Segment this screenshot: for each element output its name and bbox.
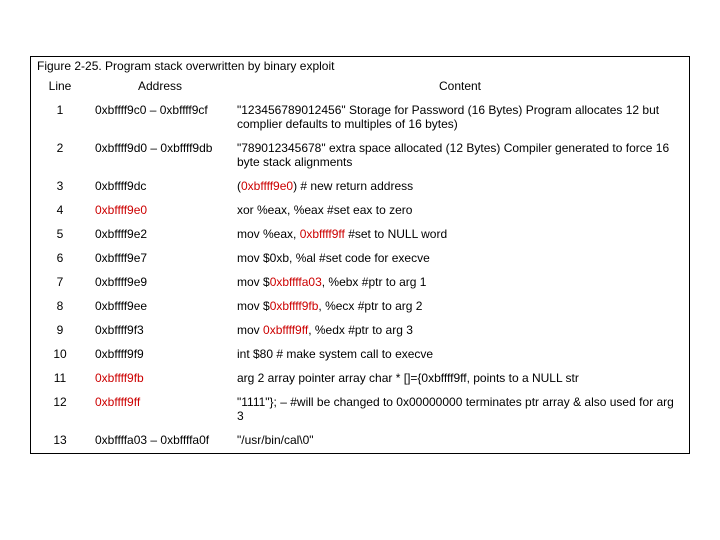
cell-line: 6 [31, 247, 89, 271]
content-fragment: arg 2 array pointer array char * []={0xb… [237, 371, 579, 385]
table-row: 100xbffff9f9 int $80 # make system call t… [31, 343, 689, 367]
cell-content: mov $0xbffffa03, %ebx #ptr to arg 1 [231, 271, 689, 295]
cell-address: 0xbffff9d0 – 0xbffff9db [89, 137, 231, 175]
content-fragment: mov $0xb, %al #set code for execve [237, 251, 430, 265]
cell-line: 5 [31, 223, 89, 247]
header-address: Address [89, 75, 231, 99]
cell-content: mov %eax, 0xbffff9ff #set to NULL word [231, 223, 689, 247]
content-fragment: 0xbffffa03 [270, 275, 322, 289]
cell-address: 0xbffff9ff [89, 391, 231, 429]
figure-box: Figure 2-25. Program stack overwritten b… [30, 56, 690, 454]
cell-address: 0xbffff9e0 [89, 199, 231, 223]
cell-line: 10 [31, 343, 89, 367]
content-fragment: 0xbffff9ff [263, 323, 308, 337]
cell-content: "1111"}; – #will be changed to 0x0000000… [231, 391, 689, 429]
content-fragment: , %ecx #ptr to arg 2 [318, 299, 422, 313]
content-fragment: 0xbffff9fb [270, 299, 319, 313]
cell-content: (0xbffff9e0) # new return address [231, 175, 689, 199]
cell-content: mov $0xbffff9fb, %ecx #ptr to arg 2 [231, 295, 689, 319]
header-content: Content [231, 75, 689, 99]
figure-title: Figure 2-25. Program stack overwritten b… [31, 57, 689, 75]
content-fragment: , %edx #ptr to arg 3 [308, 323, 413, 337]
cell-address: 0xbffff9e9 [89, 271, 231, 295]
cell-content: arg 2 array pointer array char * []={0xb… [231, 367, 689, 391]
table-row: 20xbffff9d0 – 0xbffff9db"789012345678" e… [31, 137, 689, 175]
cell-line: 9 [31, 319, 89, 343]
cell-address: 0xbffff9dc [89, 175, 231, 199]
table-row: 110xbffff9fb arg 2 array pointer array ch… [31, 367, 689, 391]
cell-content: "/usr/bin/cal\0" [231, 429, 689, 453]
content-fragment: int $80 # make system call to execve [237, 347, 433, 361]
cell-address: 0xbffff9c0 – 0xbffff9cf [89, 99, 231, 137]
cell-line: 12 [31, 391, 89, 429]
content-fragment: 0xbffff9e0 [241, 179, 293, 193]
content-fragment: #set to NULL word [345, 227, 447, 241]
stack-table: LineAddressContent10xbffff9c0 – 0xbffff9… [31, 75, 689, 453]
cell-content: xor %eax, %eax #set eax to zero [231, 199, 689, 223]
cell-address: 0xbffff9fb [89, 367, 231, 391]
cell-address: 0xbffffa03 – 0xbffffa0f [89, 429, 231, 453]
table-row: 90xbffff9f3mov 0xbffff9ff, %edx #ptr to … [31, 319, 689, 343]
table-row: 70xbffff9e9mov $0xbffffa03, %ebx #ptr to… [31, 271, 689, 295]
content-fragment: 0xbffff9ff [300, 227, 345, 241]
cell-line: 8 [31, 295, 89, 319]
cell-address: 0xbffff9e2 [89, 223, 231, 247]
content-fragment: xor %eax, %eax #set eax to zero [237, 203, 412, 217]
cell-address: 0xbffff9f9 [89, 343, 231, 367]
table-row: 120xbffff9ff"1111"}; – #will be changed … [31, 391, 689, 429]
cell-line: 11 [31, 367, 89, 391]
table-row: 10xbffff9c0 – 0xbffff9cf"123456789012456… [31, 99, 689, 137]
cell-line: 3 [31, 175, 89, 199]
cell-content: "123456789012456" Storage for Password (… [231, 99, 689, 137]
table-row: 40xbffff9e0 xor %eax, %eax #set eax to ze… [31, 199, 689, 223]
table-row: 50xbffff9e2mov %eax, 0xbffff9ff #set to … [31, 223, 689, 247]
cell-address: 0xbffff9e7 [89, 247, 231, 271]
content-fragment: ) # new return address [293, 179, 413, 193]
table-row: 30xbffff9dc(0xbffff9e0) # new return add… [31, 175, 689, 199]
cell-address: 0xbffff9ee [89, 295, 231, 319]
content-fragment: "123456789012456" Storage for Password (… [237, 103, 659, 131]
cell-line: 7 [31, 271, 89, 295]
content-fragment: "/usr/bin/cal\0" [237, 433, 314, 447]
content-fragment: , %ebx #ptr to arg 1 [322, 275, 427, 289]
cell-line: 4 [31, 199, 89, 223]
table-row: 80xbffff9eemov $0xbffff9fb, %ecx #ptr to… [31, 295, 689, 319]
table-row: 60xbffff9e7 mov $0xb, %al #set code for e… [31, 247, 689, 271]
cell-content: mov 0xbffff9ff, %edx #ptr to arg 3 [231, 319, 689, 343]
cell-line: 1 [31, 99, 89, 137]
content-fragment: "1111"}; – #will be changed to 0x0000000… [237, 395, 674, 423]
cell-line: 13 [31, 429, 89, 453]
content-fragment: mov [237, 323, 263, 337]
cell-content: int $80 # make system call to execve [231, 343, 689, 367]
table-row: 130xbffffa03 – 0xbffffa0f "/usr/bin/cal\0… [31, 429, 689, 453]
cell-content: "789012345678" extra space allocated (12… [231, 137, 689, 175]
content-fragment: mov %eax, [237, 227, 300, 241]
header-line: Line [31, 75, 89, 99]
content-fragment: mov $ [237, 275, 270, 289]
cell-content: mov $0xb, %al #set code for execve [231, 247, 689, 271]
content-fragment: mov $ [237, 299, 270, 313]
table-header-row: LineAddressContent [31, 75, 689, 99]
cell-address: 0xbffff9f3 [89, 319, 231, 343]
page: Figure 2-25. Program stack overwritten b… [0, 0, 720, 540]
cell-line: 2 [31, 137, 89, 175]
content-fragment: "789012345678" extra space allocated (12… [237, 141, 669, 169]
